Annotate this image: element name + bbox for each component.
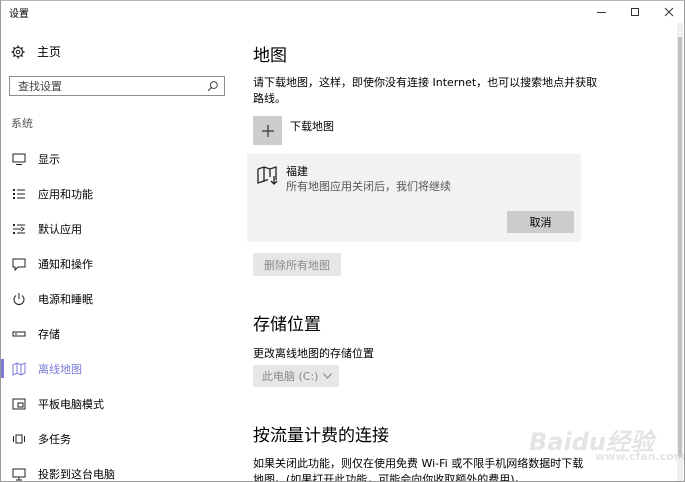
sidebar-item-label: 离线地图: [38, 362, 82, 376]
title-bar: 设置: [1, 1, 684, 23]
storage-location-select[interactable]: 此电脑 (C:): [253, 365, 339, 387]
multitask-icon: [13, 434, 25, 443]
close-button[interactable]: [654, 1, 684, 23]
close-icon: [664, 7, 674, 17]
display-icon: [12, 153, 26, 165]
sidebar-item-label: 平板电脑模式: [38, 397, 104, 411]
sidebar-section-label: 系统: [11, 117, 33, 130]
download-item-name: 福建: [286, 165, 308, 178]
sidebar-home[interactable]: 主页: [11, 43, 61, 60]
download-progress-card: 福建 所有地图应用关闭后，我们将继续 取消: [247, 154, 581, 242]
map-icon: [12, 361, 26, 376]
storage-location-value: 此电脑 (C:): [262, 370, 319, 383]
sidebar-nav: 显示 应用和功能 默认应用 通知和操作 电源和睡眠 存储 离线地图 平板电脑模式…: [1, 141, 234, 481]
sidebar-item-label: 默认应用: [38, 222, 82, 236]
sidebar-item-multitasking[interactable]: 多任务: [1, 421, 234, 456]
sidebar-item-label: 多任务: [38, 432, 71, 446]
tablet-icon: [12, 398, 26, 409]
page-description: 请下载地图，这样，即使你没有连接 Internet，也可以搜索地点并获取路线。: [253, 76, 598, 105]
sidebar-item-label: 通知和操作: [38, 257, 93, 271]
map-download-icon: [257, 166, 278, 185]
default-apps-icon: [13, 223, 25, 234]
sidebar-item-apps[interactable]: 应用和功能: [1, 176, 234, 211]
settings-window: 设置 主页 查找设置 系统 显示 应用和功能 默认应用 通知和操作 电源和睡眠 …: [0, 0, 685, 482]
maximize-button[interactable]: [620, 1, 650, 23]
sidebar-item-notifications[interactable]: 通知和操作: [1, 246, 234, 281]
chevron-down-icon: [323, 373, 332, 379]
sidebar-item-offline-maps[interactable]: 离线地图: [1, 351, 234, 386]
vertical-scrollbar[interactable]: [677, 23, 683, 481]
download-maps-button[interactable]: [253, 116, 282, 145]
sidebar-item-default-apps[interactable]: 默认应用: [1, 211, 234, 246]
minimize-icon: [596, 11, 606, 13]
storage-section-title: 存储位置: [253, 315, 321, 335]
scrollbar-thumb[interactable]: [678, 37, 682, 457]
sidebar: 主页 系统 显示 应用和功能 默认应用: [1, 23, 234, 481]
page-title: 地图: [253, 46, 287, 66]
notification-icon: [12, 258, 26, 271]
download-maps-label[interactable]: 下载地图: [290, 118, 334, 134]
sidebar-item-power[interactable]: 电源和睡眠: [1, 281, 234, 316]
download-item-status: 所有地图应用关闭后，我们将继续: [286, 180, 451, 193]
sidebar-item-label: 应用和功能: [38, 187, 93, 201]
sidebar-item-storage[interactable]: 存储: [1, 316, 234, 351]
sidebar-item-label: 电源和睡眠: [38, 292, 93, 306]
sidebar-home-label: 主页: [37, 45, 62, 59]
maximize-icon: [631, 8, 639, 16]
storage-location-label: 更改离线地图的存储位置: [253, 347, 374, 360]
apps-list-icon: [13, 188, 25, 199]
sidebar-item-tablet-mode[interactable]: 平板电脑模式: [1, 386, 234, 421]
gear-icon: [11, 44, 25, 59]
cancel-button[interactable]: 取消: [507, 211, 574, 233]
main-content: 地图 请下载地图，这样，即使你没有连接 Internet，也可以搜索地点并获取路…: [247, 23, 663, 482]
plus-icon: [261, 124, 274, 137]
power-icon: [13, 292, 25, 305]
search-box[interactable]: [9, 76, 225, 96]
storage-icon: [12, 331, 26, 336]
project-icon: [12, 468, 26, 480]
minimize-button[interactable]: [586, 1, 616, 23]
metered-section-title: 按流量计费的连接: [253, 426, 389, 446]
metered-description: 如果关闭此功能，则仅在使用免费 Wi-Fi 或不限手机网络数据时下载地图。(如果…: [253, 457, 584, 482]
search-icon[interactable]: [207, 80, 219, 92]
window-title: 设置: [9, 9, 29, 20]
sidebar-item-display[interactable]: 显示: [1, 141, 234, 176]
delete-all-maps-button[interactable]: 删除所有地图: [253, 253, 341, 276]
search-input[interactable]: [10, 77, 208, 95]
sidebar-item-label: 存储: [38, 327, 60, 341]
sidebar-item-label: 投影到这台电脑: [38, 467, 115, 481]
sidebar-item-label: 显示: [38, 152, 60, 166]
sidebar-item-project[interactable]: 投影到这台电脑: [1, 456, 234, 481]
